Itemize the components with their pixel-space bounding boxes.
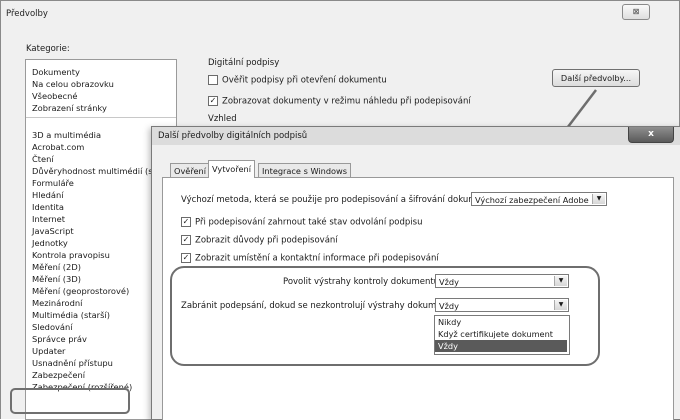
category-item-selected[interactable]: Zabezpečení (32, 370, 85, 380)
checkbox-label: Zobrazit důvody při podepisování (195, 235, 338, 246)
default-method-select[interactable]: Výchozí zabezpečení Adobe ▼ (471, 192, 607, 206)
verify-label: Ověřit podpisy při otevření dokumentu (222, 75, 387, 86)
preview-checkbox[interactable]: ✓ (208, 96, 218, 106)
category-item[interactable]: Kontrola pravopisu (32, 250, 110, 260)
category-item[interactable]: Měření (geoprostorové) (32, 286, 129, 296)
selection-annotation (10, 388, 130, 414)
checkbox-label: Při podepisování zahrnout také stav odvo… (195, 217, 423, 228)
categories-label: Kategorie: (26, 44, 70, 54)
preview-checkbox-row[interactable]: ✓ Zobrazovat dokumenty v režimu náhledu p… (208, 96, 471, 107)
default-method-label: Výchozí metoda, která se použije pro pod… (181, 195, 499, 205)
close-button[interactable]: ⊠ (622, 4, 650, 20)
dialog-close-button[interactable]: x (628, 127, 674, 143)
default-method-value: Výchozí zabezpečení Adobe (475, 195, 589, 205)
checkbox-row[interactable]: ✓ Při podepisování zahrnout také stav odv… (181, 217, 422, 228)
category-item[interactable]: 3D a multimédia (32, 130, 101, 140)
tab-windows-integration[interactable]: Integrace s Windows (258, 163, 351, 178)
tab-creation[interactable]: Vytvoření (208, 160, 255, 178)
category-item[interactable]: Správce práv (32, 334, 87, 344)
category-item[interactable]: Hledání (32, 190, 64, 200)
category-item[interactable]: Usnadnění přístupu (32, 358, 113, 368)
checkbox-row[interactable]: ✓ Zobrazit umístění a kontaktní informace… (181, 253, 439, 264)
category-item[interactable]: Identita (32, 202, 64, 212)
category-item[interactable]: Updater (32, 346, 65, 356)
category-item[interactable]: Zobrazení stránky (32, 103, 107, 113)
appearance-label: Vzhled (208, 114, 237, 124)
category-item[interactable]: Dokumenty (32, 67, 80, 77)
category-item[interactable]: Acrobat.com (32, 142, 84, 152)
category-item[interactable]: Na celou obrazovku (32, 79, 114, 89)
location-checkbox[interactable]: ✓ (181, 253, 191, 263)
checkbox-label: Zobrazit umístění a kontaktní informace … (195, 253, 439, 264)
dialog-title: Další předvolby digitálních podpisů (158, 131, 308, 141)
checkbox-row[interactable]: ✓ Zobrazit důvody při podepisování (181, 235, 338, 246)
highlight-annotation (170, 266, 600, 366)
more-preferences-button[interactable]: Další předvolby... (552, 69, 640, 87)
category-item[interactable]: Měření (3D) (32, 274, 81, 284)
category-item[interactable]: Čtení (32, 154, 54, 164)
category-item[interactable]: Měření (2D) (32, 262, 81, 272)
chevron-down-icon: ▼ (592, 194, 605, 204)
category-item[interactable]: Jednotky (32, 238, 68, 248)
category-item[interactable]: Internet (32, 214, 65, 224)
preview-label: Zobrazovat dokumenty v režimu náhledu př… (222, 96, 471, 107)
window-title: Předvolby (6, 9, 48, 19)
revocation-checkbox[interactable]: ✓ (181, 217, 191, 227)
category-item[interactable]: Důvěryhodnost multimédií (sta (32, 166, 161, 176)
category-item[interactable]: Všeobecné (32, 91, 77, 101)
category-item[interactable]: Formuláře (32, 178, 74, 188)
tab-verification[interactable]: Ověření (170, 163, 211, 178)
category-item[interactable]: Mezinárodní (32, 298, 82, 308)
reasons-checkbox[interactable]: ✓ (181, 235, 191, 245)
list-divider (26, 117, 176, 118)
category-item[interactable]: Sledování (32, 322, 73, 332)
category-item[interactable]: JavaScript (32, 226, 74, 236)
verify-checkbox-row[interactable]: Ověřit podpisy při otevření dokumentu (208, 75, 387, 86)
category-item[interactable]: Multimédia (starší) (32, 310, 110, 320)
section-header: Digitální podpisy (208, 58, 280, 68)
verify-checkbox[interactable] (208, 75, 218, 85)
